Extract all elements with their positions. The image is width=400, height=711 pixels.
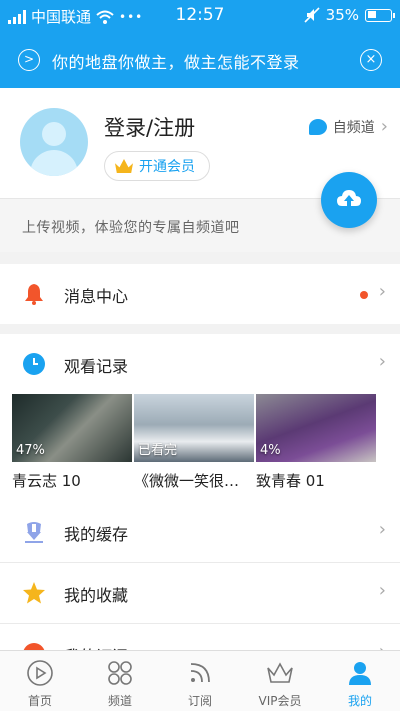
star-icon	[23, 582, 45, 604]
tab-channels[interactable]: 频道	[80, 651, 160, 711]
unread-dot	[360, 291, 368, 299]
self-channel-icon	[308, 118, 327, 135]
history-item[interactable]: 47% 青云志 10	[12, 394, 132, 491]
close-icon[interactable]: ×	[360, 49, 382, 71]
video-thumbnail: 已看完	[134, 394, 254, 462]
tab-subscribe[interactable]: 订阅	[160, 651, 240, 711]
menu-item-favorites[interactable]: 我的收藏 ›	[0, 563, 400, 623]
video-title: 《微微一笑很倾城》	[134, 472, 254, 490]
messages-label: 消息中心	[64, 287, 129, 306]
tab-channels-label: 频道	[107, 694, 132, 708]
banner-text: 你的地盘你做主，做主怎能不登录	[52, 53, 300, 72]
history-item[interactable]: 已看完 《微微一笑很倾城》	[134, 394, 254, 491]
chevron-right-icon: ›	[378, 580, 386, 601]
avatar[interactable]	[20, 108, 88, 176]
crown-icon	[115, 159, 133, 173]
download-icon	[25, 522, 43, 543]
login-banner[interactable]: > 你的地盘你做主，做主怎能不登录 ×	[0, 32, 400, 88]
favorites-label: 我的收藏	[64, 586, 129, 605]
play-circle-icon	[27, 660, 53, 686]
cloud-upload-icon	[337, 190, 361, 207]
progress-badge: 已看完	[138, 443, 178, 458]
chevron-right-icon: ›	[378, 519, 386, 540]
tab-vip-label: VIP会员	[258, 694, 302, 708]
arrow-right-icon: >	[18, 49, 40, 71]
chevron-right-icon: ›	[380, 116, 388, 137]
bottom-tab-bar: 首页 频道 订阅 VIP会员 我的	[0, 650, 400, 711]
open-vip-label: 开通会员	[139, 159, 195, 175]
open-vip-button[interactable]: 开通会员	[104, 151, 210, 181]
rss-icon	[190, 663, 210, 683]
history-list: 47% 青云志 10 已看完 《微微一笑很倾城》 4% 致青春 01	[12, 394, 388, 491]
status-right: 35%	[304, 6, 395, 24]
tab-home-label: 首页	[27, 694, 52, 708]
menu-item-messages[interactable]: 消息中心 ›	[0, 264, 400, 324]
video-title: 致青春 01	[256, 472, 325, 490]
upload-tip-text: 上传视频，体验您的专属自频道吧	[22, 220, 240, 236]
chevron-right-icon: ›	[378, 281, 386, 302]
progress-badge: 4%	[260, 443, 281, 458]
menu-item-history[interactable]: 观看记录 ›	[0, 334, 400, 394]
menu-item-cache[interactable]: 我的缓存 ›	[0, 502, 400, 562]
chevron-right-icon: ›	[378, 351, 386, 372]
progress-badge: 47%	[16, 443, 45, 458]
video-thumbnail: 4%	[256, 394, 376, 462]
upload-button[interactable]	[321, 172, 377, 228]
login-register-link[interactable]: 登录/注册	[104, 112, 195, 142]
history-label: 观看记录	[64, 357, 129, 376]
clock-icon	[23, 353, 45, 375]
video-thumbnail: 47%	[12, 394, 132, 462]
user-icon	[349, 662, 371, 685]
status-bar: 中国联通 ••• 12:57 35%	[0, 0, 400, 32]
self-channel-link[interactable]: 自频道 ›	[308, 116, 388, 137]
tab-me-label: 我的	[347, 694, 372, 708]
history-item[interactable]: 4% 致青春 01	[256, 394, 376, 491]
battery-percent: 35%	[325, 6, 359, 24]
tab-me[interactable]: 我的	[320, 651, 400, 711]
mute-icon	[304, 7, 320, 23]
tab-vip[interactable]: VIP会员	[240, 651, 320, 711]
tab-home[interactable]: 首页	[0, 651, 80, 711]
battery-icon	[365, 8, 395, 22]
tab-subscribe-label: 订阅	[187, 694, 212, 708]
cache-label: 我的缓存	[64, 525, 129, 544]
grid-icon	[108, 661, 132, 685]
video-title: 青云志 10	[12, 472, 81, 490]
crown-icon	[267, 662, 293, 683]
watch-history-section: 观看记录 › 47% 青云志 10 已看完 《微微一笑很倾城》 4% 致青春 0…	[0, 334, 400, 502]
bell-icon	[25, 284, 43, 305]
self-channel-label: 自频道	[332, 119, 375, 136]
